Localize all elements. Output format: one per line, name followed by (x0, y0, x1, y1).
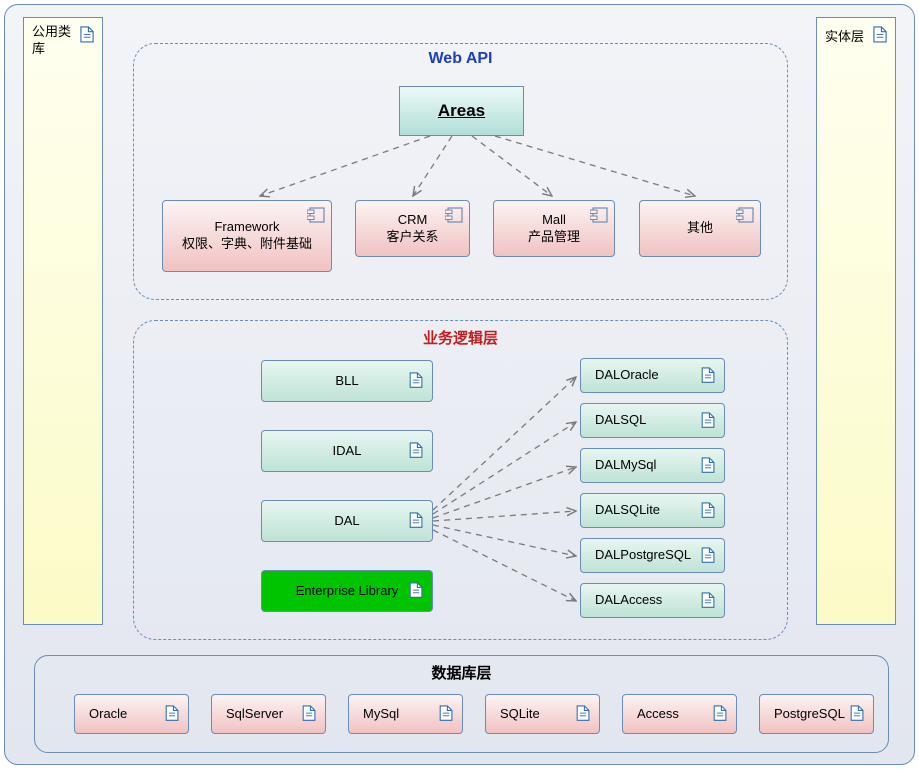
db-postgres: PostgreSQL (759, 694, 874, 734)
box-dalpostgres: DALPostgreSQL (580, 538, 725, 573)
box-bll: BLL (261, 360, 433, 402)
db-sqlite-label: SQLite (486, 695, 599, 733)
box-dal-label: DAL (262, 501, 432, 541)
box-dalsqlite: DALSQLite (580, 493, 725, 528)
block-common-lib: 公用类库 (23, 17, 103, 625)
box-dalaccess: DALAccess (580, 583, 725, 618)
db-sqlserver-label: SqlServer (212, 695, 325, 733)
box-dal: DAL (261, 500, 433, 542)
box-daloracle: DALOracle (580, 358, 725, 393)
db-oracle-label: Oracle (75, 695, 188, 733)
box-bll-label: BLL (262, 361, 432, 401)
box-dalmysql-label: DALMySql (581, 449, 724, 482)
group-business-logic-title: 业务逻辑层 (134, 327, 787, 348)
db-oracle: Oracle (74, 694, 189, 734)
block-entity-layer-label: 实体层 (825, 26, 864, 45)
box-enterprise-library: Enterprise Library (261, 570, 433, 612)
db-sqlite: SQLite (485, 694, 600, 734)
box-areas: Areas (399, 86, 524, 136)
box-elib-label: Enterprise Library (262, 571, 432, 611)
comp-crm-label: CRM 客户关系 (356, 201, 469, 256)
comp-mall: Mall 产品管理 (493, 200, 615, 257)
comp-mall-label: Mall 产品管理 (494, 201, 614, 256)
comp-other-label: 其他 (640, 201, 760, 256)
group-database-layer-title: 数据库层 (35, 662, 888, 683)
db-mysql: MySql (348, 694, 463, 734)
box-dalsql-label: DALSQL (581, 404, 724, 437)
box-dalpostgres-label: DALPostgreSQL (581, 539, 724, 572)
block-common-lib-label: 公用类库 (32, 24, 76, 58)
comp-crm: CRM 客户关系 (355, 200, 470, 257)
box-dalaccess-label: DALAccess (581, 584, 724, 617)
block-entity-layer: 实体层 (816, 17, 896, 625)
box-dalmysql: DALMySql (580, 448, 725, 483)
group-web-api-title: Web API (134, 50, 787, 68)
box-dalsqlite-label: DALSQLite (581, 494, 724, 527)
comp-framework-label: Framework 权限、字典、附件基础 (163, 201, 331, 271)
comp-other: 其他 (639, 200, 761, 257)
box-idal: IDAL (261, 430, 433, 472)
db-access-label: Access (623, 695, 736, 733)
db-access: Access (622, 694, 737, 734)
db-postgres-label: PostgreSQL (760, 695, 873, 733)
document-icon (873, 26, 888, 44)
comp-framework: Framework 权限、字典、附件基础 (162, 200, 332, 272)
db-sqlserver: SqlServer (211, 694, 326, 734)
box-areas-label: Areas (400, 87, 523, 135)
document-icon (80, 26, 95, 44)
db-mysql-label: MySql (349, 695, 462, 733)
box-dalsql: DALSQL (580, 403, 725, 438)
box-daloracle-label: DALOracle (581, 359, 724, 392)
box-idal-label: IDAL (262, 431, 432, 471)
